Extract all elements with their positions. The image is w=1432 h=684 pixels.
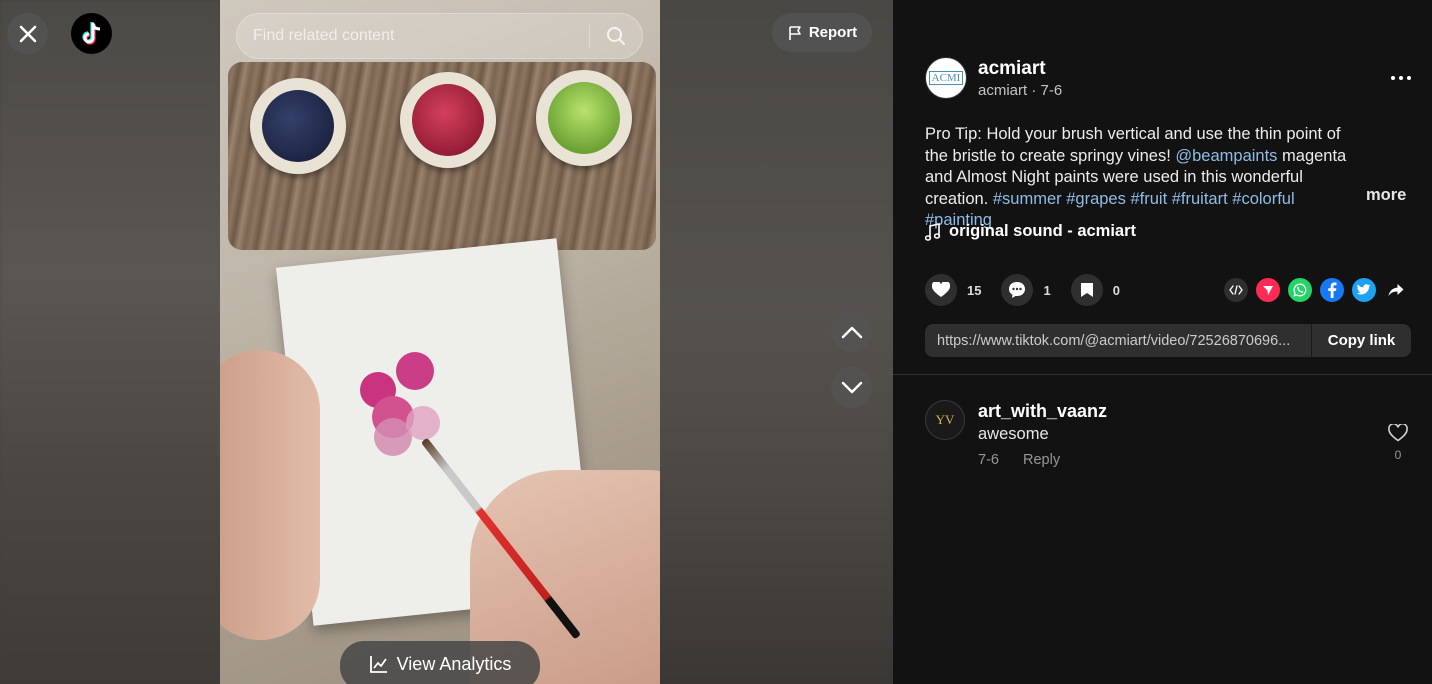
divider	[893, 374, 1432, 375]
share-link-bar: https://www.tiktok.com/@acmiart/video/72…	[925, 324, 1411, 357]
comment-count: 1	[1043, 282, 1051, 298]
like-count: 15	[967, 282, 982, 298]
more-options-button[interactable]	[1387, 66, 1415, 90]
close-icon	[19, 25, 36, 42]
facebook-icon	[1328, 282, 1337, 298]
embed-icon	[1229, 285, 1243, 295]
comment-text: awesome	[978, 425, 1049, 443]
send-icon	[1263, 286, 1273, 295]
chart-icon	[369, 656, 387, 673]
author-info: ACMI acmiart acmiart · 7-6	[925, 57, 1062, 99]
view-analytics-button[interactable]: View Analytics	[340, 641, 540, 684]
video-backdrop: Report View Analytics	[0, 0, 893, 684]
chevron-up-icon	[841, 326, 862, 338]
hashtag-link[interactable]: #grapes	[1066, 190, 1126, 208]
paint-pot-green	[536, 70, 632, 166]
whatsapp-icon	[1293, 283, 1307, 297]
comment-button[interactable]: 1	[1001, 274, 1051, 306]
video-description: Pro Tip: Hold your brush vertical and us…	[925, 125, 1347, 229]
report-label: Report	[808, 24, 858, 41]
next-video-button[interactable]	[831, 367, 872, 408]
tiktok-video-viewer: Report View Analytics ACMI	[0, 0, 1432, 684]
dot-icon	[1407, 76, 1411, 80]
paint-pot-blue	[250, 78, 346, 174]
send-to-friends-button[interactable]	[1256, 278, 1280, 302]
share-icons	[1224, 278, 1408, 302]
dot-icon	[1399, 76, 1403, 80]
embed-button[interactable]	[1224, 278, 1248, 302]
twitter-share-button[interactable]	[1352, 278, 1376, 302]
left-hand	[220, 350, 320, 640]
search-button[interactable]	[590, 14, 642, 58]
bookmark-icon	[1080, 283, 1093, 297]
music-note-icon	[925, 222, 941, 241]
sound-title: original sound - acmiart	[949, 222, 1137, 240]
comment-avatar-logo-text: YV	[935, 412, 955, 427]
chevron-down-icon	[841, 381, 862, 393]
engagement-actions: 15 1 0	[925, 274, 1140, 306]
dot-icon	[1391, 76, 1395, 80]
author-name[interactable]: acmiart	[978, 58, 1062, 80]
search-icon	[607, 27, 625, 45]
more-share-button[interactable]	[1384, 278, 1408, 302]
paint-pot-magenta	[400, 72, 496, 168]
tiktok-logo[interactable]	[71, 13, 112, 54]
description-more-button[interactable]: more	[1366, 186, 1406, 205]
avatar-logo-text: ACMI	[928, 71, 964, 85]
hashtag-link[interactable]: #summer	[993, 190, 1062, 208]
mention-link[interactable]: @beampaints	[1175, 147, 1277, 165]
comment-author[interactable]: art_with_vaanz	[978, 401, 1107, 422]
twitter-icon	[1357, 284, 1371, 295]
comment-like-count: 0	[1394, 448, 1402, 462]
facebook-share-button[interactable]	[1320, 278, 1344, 302]
search-bar	[236, 13, 643, 59]
comment-avatar[interactable]: YV	[925, 400, 965, 440]
hashtag-link[interactable]: #fruit	[1130, 190, 1167, 208]
tiktok-logo-icon	[81, 21, 100, 45]
heart-icon	[932, 282, 950, 297]
comment-like-button[interactable]: 0	[1387, 424, 1409, 462]
author-meta: acmiart · 7-6	[978, 81, 1063, 99]
video-player[interactable]	[220, 0, 660, 684]
save-button[interactable]: 0	[1070, 274, 1120, 306]
save-count: 0	[1112, 282, 1120, 298]
video-url-field[interactable]: https://www.tiktok.com/@acmiart/video/72…	[925, 333, 1311, 349]
flag-icon	[789, 25, 801, 40]
view-analytics-label: View Analytics	[396, 654, 512, 674]
hashtag-link[interactable]: #fruitart	[1172, 190, 1228, 208]
comment-icon	[1009, 282, 1026, 298]
avatar[interactable]: ACMI	[925, 57, 967, 99]
music-info[interactable]: original sound - acmiart	[925, 222, 1136, 241]
share-arrow-icon	[1388, 284, 1404, 296]
comment-date: 7-6	[978, 452, 999, 468]
close-button[interactable]	[7, 13, 48, 54]
report-button[interactable]: Report	[772, 13, 872, 52]
reply-button[interactable]: Reply	[1023, 452, 1060, 468]
hashtag-link[interactable]: #colorful	[1232, 190, 1294, 208]
search-input[interactable]	[237, 27, 589, 45]
previous-video-button[interactable]	[831, 311, 872, 352]
like-button[interactable]: 15	[925, 274, 981, 306]
details-panel: ACMI acmiart acmiart · 7-6 Pro Tip: Hold…	[893, 0, 1432, 684]
heart-outline-icon	[1388, 424, 1408, 442]
whatsapp-share-button[interactable]	[1288, 278, 1312, 302]
copy-link-button[interactable]: Copy link	[1311, 324, 1411, 357]
